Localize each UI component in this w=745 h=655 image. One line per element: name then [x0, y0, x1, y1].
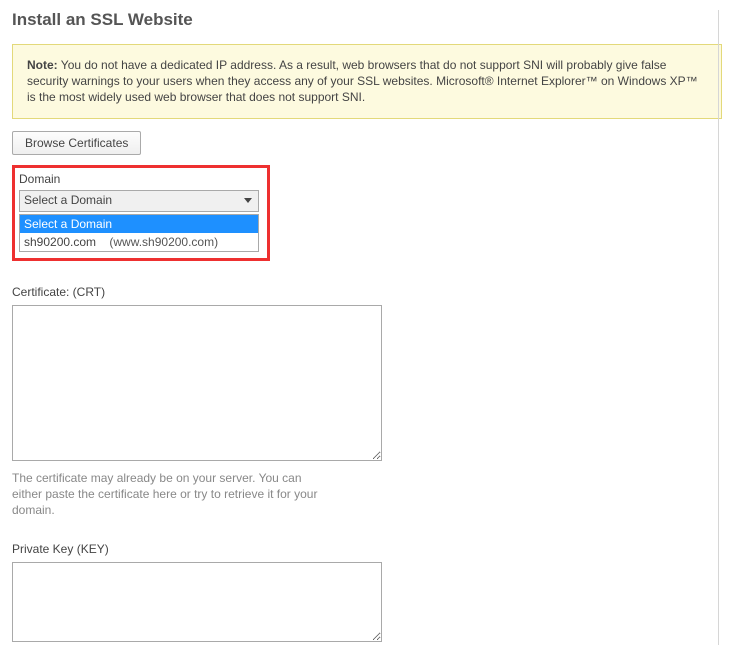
note-box: Note: You do not have a dedicated IP add…	[12, 44, 722, 119]
note-text: You do not have a dedicated IP address. …	[27, 58, 698, 104]
certificate-help-text: The certificate may already be on your s…	[12, 470, 322, 519]
domain-dropdown: Select a Domain sh90200.com (www.sh90200…	[19, 214, 259, 252]
note-label: Note:	[27, 58, 58, 72]
browse-certificates-button[interactable]: Browse Certificates	[12, 131, 141, 155]
domain-highlight-box: Domain Select a Domain Select a Domain s…	[12, 165, 270, 261]
domain-label: Domain	[19, 172, 259, 186]
private-key-label: Private Key (KEY)	[12, 542, 733, 556]
page-title: Install an SSL Website	[12, 10, 733, 30]
private-key-textarea[interactable]	[12, 562, 382, 642]
chevron-down-icon	[244, 198, 252, 203]
domain-option-placeholder[interactable]: Select a Domain	[20, 215, 258, 233]
right-divider	[718, 10, 719, 645]
domain-option-label: Select a Domain	[24, 217, 112, 231]
certificate-textarea[interactable]	[12, 305, 382, 461]
domain-select[interactable]: Select a Domain	[19, 190, 259, 212]
domain-selected-text: Select a Domain	[24, 193, 112, 207]
certificate-label: Certificate: (CRT)	[12, 285, 733, 299]
domain-option-sh90200[interactable]: sh90200.com (www.sh90200.com)	[20, 233, 258, 251]
domain-option-secondary: (www.sh90200.com)	[109, 235, 218, 249]
domain-option-label: sh90200.com	[24, 235, 96, 249]
